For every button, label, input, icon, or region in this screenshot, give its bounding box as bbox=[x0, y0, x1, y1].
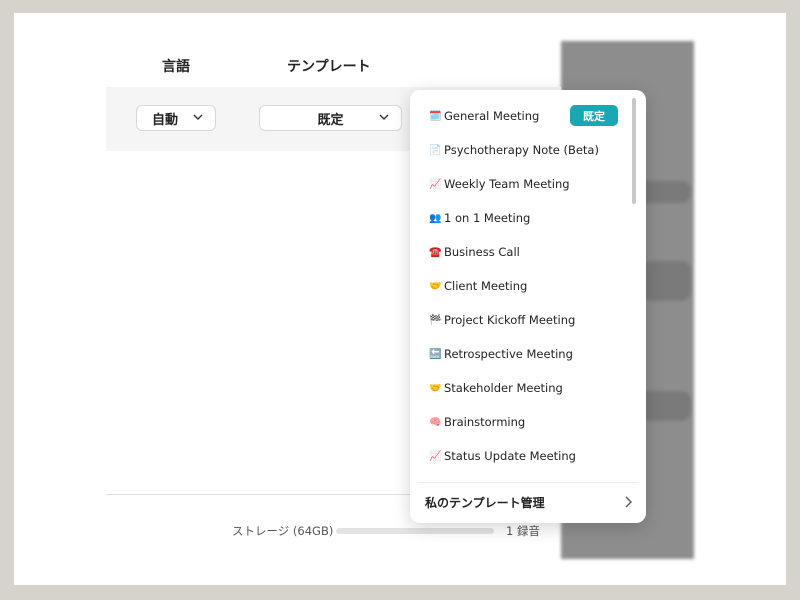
menu-item-project-kickoff-meeting[interactable]: 🏁 Project Kickoff Meeting bbox=[410, 303, 630, 337]
language-select[interactable]: 自動 bbox=[136, 105, 216, 131]
template-dropdown-menu: 🗓️ General Meeting 既定 📄 Psychotherapy No… bbox=[410, 90, 646, 523]
menu-item-1on1-meeting[interactable]: 👥 1 on 1 Meeting bbox=[410, 201, 630, 235]
menu-item-client-meeting[interactable]: 🤝 Client Meeting bbox=[410, 269, 630, 303]
calendar-icon: 🗓️ bbox=[429, 110, 442, 122]
menu-divider bbox=[418, 482, 638, 483]
back-arrow-icon: 🔙 bbox=[429, 348, 442, 360]
chevron-down-icon bbox=[379, 114, 389, 120]
menu-item-label: Retrospective Meeting bbox=[444, 347, 573, 361]
menu-item-weekly-team-meeting[interactable]: 📈 Weekly Team Meeting bbox=[410, 167, 630, 201]
scrollbar[interactable] bbox=[632, 98, 636, 204]
storage-progress-bar bbox=[336, 528, 494, 534]
telephone-icon: ☎️ bbox=[429, 246, 442, 258]
people-icon: 👥 bbox=[429, 212, 442, 224]
menu-item-brainstorming[interactable]: 🧠 Brainstorming bbox=[410, 405, 630, 439]
storage-label: ストレージ (64GB) bbox=[232, 524, 334, 538]
document-icon: 📄 bbox=[429, 144, 442, 156]
language-select-value: 自動 bbox=[151, 112, 178, 128]
menu-item-stakeholder-meeting[interactable]: 🤝 Stakeholder Meeting bbox=[410, 371, 630, 405]
menu-item-retrospective-meeting[interactable]: 🔙 Retrospective Meeting bbox=[410, 337, 630, 371]
template-header: テンプレート bbox=[287, 59, 371, 75]
template-select-value: 既定 bbox=[317, 112, 344, 128]
menu-item-label: General Meeting bbox=[444, 109, 540, 123]
checkered-flag-icon: 🏁 bbox=[429, 314, 442, 326]
menu-item-label: Client Meeting bbox=[444, 279, 528, 293]
template-select[interactable]: 既定 bbox=[259, 105, 402, 131]
menu-item-business-call[interactable]: ☎️ Business Call bbox=[410, 235, 630, 269]
manage-templates-label: 私のテンプレート管理 bbox=[425, 495, 545, 510]
chevron-down-icon bbox=[193, 114, 203, 120]
menu-item-label: Brainstorming bbox=[444, 415, 526, 429]
record-count: 1 録音 bbox=[506, 524, 540, 538]
chevron-right-icon bbox=[625, 496, 632, 508]
default-badge: 既定 bbox=[570, 105, 618, 126]
language-header: 言語 bbox=[162, 59, 190, 75]
menu-item-label: Psychotherapy Note (Beta) bbox=[444, 143, 599, 157]
menu-item-label: Weekly Team Meeting bbox=[444, 177, 570, 191]
handshake-icon: 🤝 bbox=[429, 280, 442, 292]
manage-templates-link[interactable]: 私のテンプレート管理 bbox=[410, 487, 646, 517]
menu-item-label: Stakeholder Meeting bbox=[444, 381, 563, 395]
menu-item-status-update-meeting[interactable]: 📈 Status Update Meeting bbox=[410, 439, 630, 473]
chart-increasing-icon: 📈 bbox=[429, 450, 442, 462]
menu-item-psychotherapy-note[interactable]: 📄 Psychotherapy Note (Beta) bbox=[410, 133, 630, 167]
menu-item-label: 1 on 1 Meeting bbox=[444, 211, 531, 225]
menu-item-label: Business Call bbox=[444, 245, 520, 259]
chart-increasing-icon: 📈 bbox=[429, 178, 442, 190]
menu-item-label: Project Kickoff Meeting bbox=[444, 313, 576, 327]
handshake-icon: 🤝 bbox=[429, 382, 442, 394]
menu-item-label: Status Update Meeting bbox=[444, 449, 576, 463]
app-window: 言語 テンプレート 自動 既定 ストレージ (64GB) 1 録音 🗓️ Gen… bbox=[14, 13, 786, 585]
brain-icon: 🧠 bbox=[429, 416, 442, 428]
